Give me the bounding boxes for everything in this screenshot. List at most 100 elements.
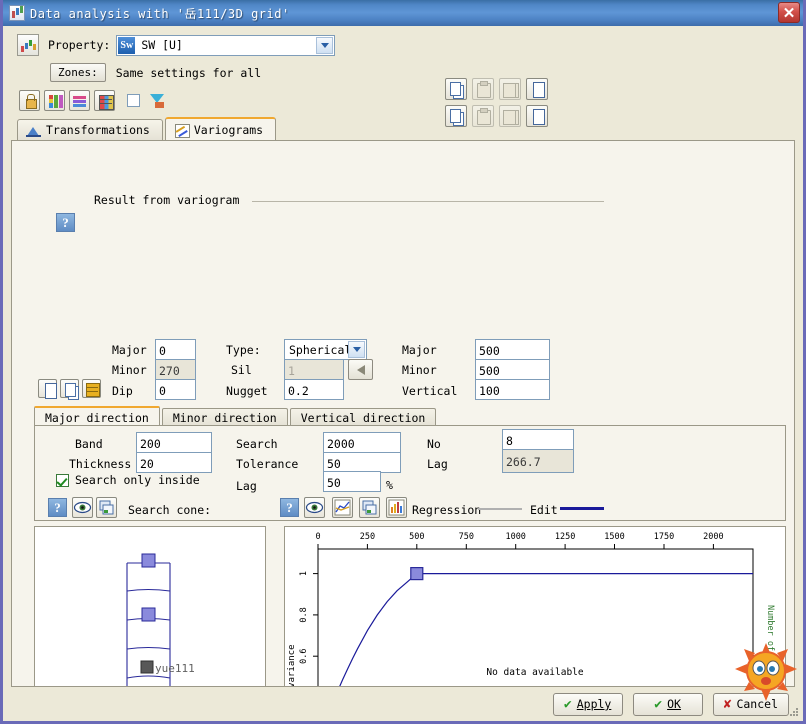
dialog-footer: ✔ Apply ✔ OK ✘ Cancel [3,643,803,721]
new-page-icon[interactable] [38,379,57,399]
property-chart-icon [17,34,39,56]
result-section-title: Result from variogram [94,193,246,207]
minor-range-input[interactable] [475,359,550,380]
type-value: Spherical [289,342,352,357]
lag-percent-input[interactable] [323,471,381,492]
y2-axis-label: Number of pairs [765,605,775,682]
color-bars-icon[interactable] [44,90,65,111]
gem-icon[interactable] [147,91,166,110]
no-of-lags-input[interactable] [502,429,574,450]
chevron-down-icon[interactable] [348,341,365,358]
window-title: Data analysis with '岳111/3D grid' [30,6,290,21]
dip-angle-label: Dip [112,384,133,398]
eye-view-icon[interactable] [72,497,93,518]
vertical-range-input[interactable] [475,379,550,400]
close-icon[interactable]: ✕ [778,2,800,23]
search-cone-label: Search cone: [128,503,212,517]
color-grid-icon[interactable] [94,90,115,111]
thickness-input[interactable] [136,452,212,473]
svg-text:1500: 1500 [604,532,624,542]
cancel-button[interactable]: ✘ Cancel [712,692,789,716]
svg-text:1: 1 [299,571,309,576]
tolerance-input[interactable] [323,452,401,473]
thickness-label: Thickness [69,457,132,471]
no-of-lags-label: No [427,437,441,451]
lag-percent-unit: % [386,478,393,492]
copy-icon[interactable] [445,105,467,127]
chevron-down-icon[interactable] [316,36,334,54]
sw-badge-icon: Sw [118,36,136,54]
new-page-icon[interactable] [526,105,548,127]
paste-icon [472,105,494,127]
type-select[interactable]: Spherical [284,339,367,360]
clipboard-row-1 [445,78,548,100]
close-icon: ✘ [723,696,732,712]
plot-edit-icon[interactable] [332,497,353,518]
well-diagram: yue111 [126,553,195,686]
lock-icon[interactable] [19,90,40,111]
help-icon[interactable]: ? [48,498,67,517]
eye-view-icon[interactable] [304,497,325,518]
resize-grip[interactable] [788,706,800,718]
table-grid-icon[interactable] [82,379,101,398]
major-angle-input[interactable] [155,339,196,360]
variogram-chart-panel[interactable]: 0 250 500 750 1000 1250 1500 1750 2000 0… [284,526,786,687]
zones-button[interactable]: Zones: [50,63,106,82]
minor-range-label: Minor [402,363,437,377]
edit-legend-swatch [560,507,604,510]
svg-text:1000: 1000 [505,532,525,542]
nugget-input[interactable] [284,379,344,400]
clipboard-icon-grid [445,78,548,132]
dip-angle-input[interactable] [155,379,196,400]
edit-legend-label: Edit [530,503,558,517]
copy-image-icon[interactable] [359,497,380,518]
svg-text:0: 0 [315,532,320,542]
variogram-icon [174,123,190,138]
help-icon[interactable]: ? [56,213,75,232]
copy-icon[interactable] [445,78,467,100]
svg-text:250: 250 [360,532,375,542]
ok-button[interactable]: ✔ OK [632,692,703,716]
lag-percent-label: Lag [236,479,257,493]
variogram-chart: 0 250 500 750 1000 1250 1500 1750 2000 0… [287,532,775,687]
tab-variograms[interactable]: Variograms [164,117,277,140]
layers-icon[interactable] [69,90,90,111]
copy-image-icon[interactable] [96,497,117,518]
transform-icon [26,123,41,137]
major-angle-label: Major [112,343,147,357]
lag-distance-label: Lag [427,457,448,471]
help-icon[interactable]: ? [280,498,299,517]
main-tabbar: Transformations Variograms [3,117,803,140]
well-preview-panel[interactable]: yue111 [34,526,266,686]
property-label: Property: [48,38,111,52]
data-analysis-window: Data analysis with '岳111/3D grid' ✕ Prop… [0,0,806,724]
band-input[interactable] [136,432,212,453]
band-label: Band [75,437,103,451]
major-range-input[interactable] [475,339,550,360]
tab-transformations[interactable]: Transformations [17,119,163,140]
y-axis-label: Semivariance [287,644,297,687]
nugget-label: Nugget [226,384,268,398]
search-input[interactable] [323,432,401,453]
apply-button[interactable]: ✔ Apply [552,692,623,716]
top-panel: Property: Sw SW [U] Zones: Same settings… [3,26,803,127]
tab-major-direction[interactable]: Major direction [34,406,160,427]
search-only-inside-row[interactable]: Search only inside [56,473,200,487]
new-page-icon[interactable] [526,78,548,100]
tool-strip [3,82,803,111]
sil-input [284,359,344,380]
toolstrip-checkbox[interactable] [127,94,140,107]
histogram-icon[interactable] [386,497,407,518]
regression-legend-label: Regression [412,503,482,517]
type-label: Type: [226,343,261,357]
property-select[interactable]: Sw SW [U] [116,34,336,56]
search-only-inside-checkbox[interactable] [56,473,69,487]
copy-icon[interactable] [60,379,79,398]
lag-distance-input [502,449,574,473]
clipboard-row-2 [445,105,548,127]
check-icon: ✔ [563,696,572,712]
apply-sil-arrow-button[interactable] [348,359,373,380]
svg-text:1750: 1750 [654,532,674,542]
paste-icon [472,78,494,100]
regression-legend-swatch [478,508,522,510]
